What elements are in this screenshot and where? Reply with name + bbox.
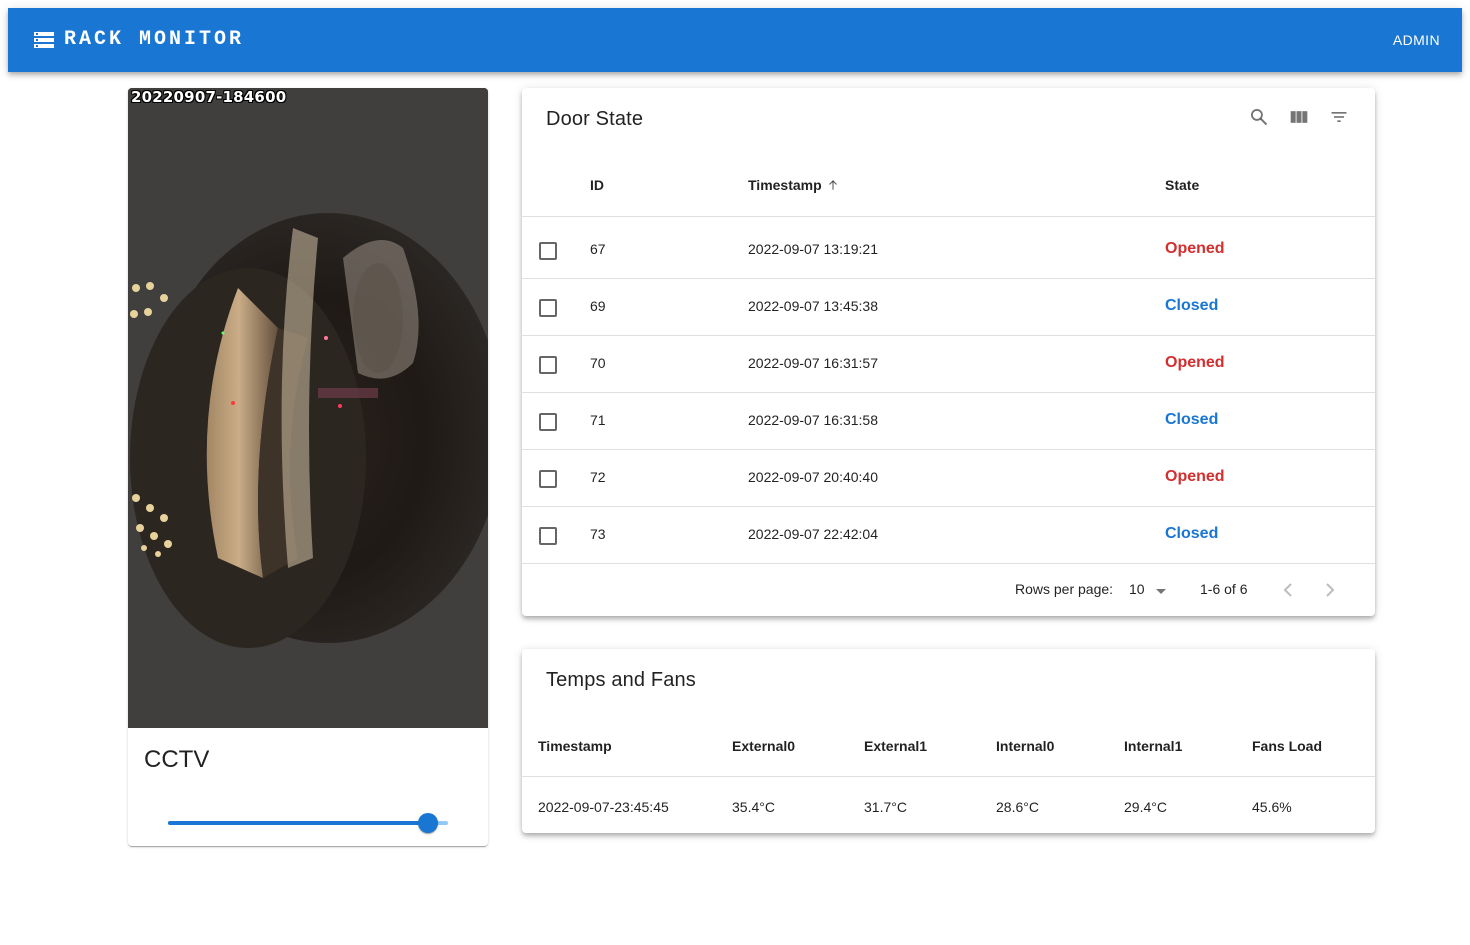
table-row[interactable]: 67 2022-09-07 13:19:21 Opened (522, 222, 1375, 279)
app-title: RACK MONITOR (64, 28, 245, 51)
column-header-timestamp[interactable]: Timestamp (748, 177, 840, 195)
cctv-card: 20220907-184600 CCTV (128, 88, 488, 846)
table-row[interactable]: 71 2022-09-07 16:31:58 Closed (522, 393, 1375, 450)
cell-internal0: 28.6°C (996, 799, 1039, 815)
column-header-fans-load: Fans Load (1252, 738, 1323, 754)
previous-page-button[interactable] (1277, 578, 1301, 605)
column-header-state[interactable]: State (1165, 177, 1199, 193)
table-header-row: ID Timestamp State (522, 152, 1375, 217)
cctv-time-slider[interactable] (168, 810, 448, 836)
temps-fans-card: Temps and Fans Timestamp External0 Exter… (522, 649, 1375, 833)
storage-icon (34, 30, 54, 50)
cell-timestamp: 2022-09-07 13:19:21 (748, 241, 878, 257)
slider-thumb[interactable] (418, 813, 438, 833)
cell-timestamp: 2022-09-07 16:31:58 (748, 412, 878, 428)
door-state-title: Door State (546, 108, 644, 130)
rows-per-page-label: Rows per page: (1015, 581, 1114, 597)
filter-list-icon[interactable] (1327, 105, 1351, 129)
table-row[interactable]: 72 2022-09-07 20:40:40 Opened (522, 450, 1375, 507)
row-checkbox[interactable] (539, 413, 557, 431)
column-header-timestamp-label: Timestamp (748, 177, 822, 193)
column-header-id[interactable]: ID (590, 177, 604, 193)
door-state-card: Door State ID Timestamp State 67 2022-09… (522, 88, 1375, 616)
cell-state: Closed (1165, 297, 1219, 314)
app-bar: RACK MONITOR ADMIN (8, 8, 1462, 72)
view-column-icon[interactable] (1287, 105, 1311, 129)
cell-id: 69 (590, 298, 606, 314)
cell-external1: 31.7°C (864, 799, 907, 815)
cell-state: Opened (1165, 240, 1225, 257)
cell-timestamp: 2022-09-07 22:42:04 (748, 526, 878, 542)
row-checkbox[interactable] (539, 356, 557, 374)
next-page-button[interactable] (1317, 578, 1341, 605)
column-header-timestamp: Timestamp (538, 738, 612, 754)
cell-timestamp: 2022-09-07 13:45:38 (748, 298, 878, 314)
cell-id: 67 (590, 241, 606, 257)
cctv-title: CCTV (144, 746, 210, 773)
cell-state: Opened (1165, 468, 1225, 485)
arrow-drop-down-icon (1149, 579, 1173, 606)
column-header-external0: External0 (732, 738, 796, 754)
cell-state: Closed (1165, 411, 1219, 428)
row-checkbox[interactable] (539, 527, 557, 545)
cell-external0: 35.4°C (732, 799, 775, 815)
cell-id: 72 (590, 469, 606, 485)
cell-timestamp: 2022-09-07-23:45:45 (538, 799, 669, 815)
table-row[interactable]: 70 2022-09-07 16:31:57 Opened (522, 336, 1375, 393)
temps-fans-title: Temps and Fans (546, 669, 696, 691)
pagination-range: 1-6 of 6 (1200, 581, 1248, 597)
admin-button[interactable]: ADMIN (1393, 28, 1440, 52)
slider-track (168, 821, 428, 825)
cell-state: Opened (1165, 354, 1225, 371)
cctv-camera-image: 20220907-184600 (128, 88, 488, 728)
table-row[interactable]: 73 2022-09-07 22:42:04 Closed (522, 507, 1375, 564)
arrow-up-icon (826, 178, 840, 195)
table-toolbar (1247, 105, 1351, 129)
cell-id: 70 (590, 355, 606, 371)
cell-fans-load: 45.6% (1252, 799, 1292, 815)
cell-id: 71 (590, 412, 606, 428)
temps-header-row: Timestamp External0 External1 Internal0 … (522, 715, 1375, 777)
chevron-right-icon (1326, 583, 1335, 597)
column-header-internal0: Internal0 (996, 738, 1055, 754)
row-checkbox[interactable] (539, 242, 557, 260)
cctv-timestamp-overlay: 20220907-184600 (131, 88, 287, 106)
row-checkbox[interactable] (539, 299, 557, 317)
cell-timestamp: 2022-09-07 16:31:57 (748, 355, 878, 371)
cell-id: 73 (590, 526, 606, 542)
cell-timestamp: 2022-09-07 20:40:40 (748, 469, 878, 485)
rows-per-page-value: 10 (1129, 581, 1145, 597)
search-icon[interactable] (1247, 105, 1271, 129)
cell-state: Closed (1165, 525, 1219, 542)
column-header-internal1: Internal1 (1124, 738, 1183, 754)
table-row[interactable]: 69 2022-09-07 13:45:38 Closed (522, 279, 1375, 336)
cell-internal1: 29.4°C (1124, 799, 1167, 815)
chevron-left-icon (1283, 583, 1292, 597)
rows-per-page-select[interactable]: 10 (1129, 579, 1169, 601)
temps-row: 2022-09-07-23:45:45 35.4°C 31.7°C 28.6°C… (522, 777, 1375, 833)
column-header-external1: External1 (864, 738, 928, 754)
row-checkbox[interactable] (539, 470, 557, 488)
table-pagination: Rows per page: 10 1-6 of 6 (522, 564, 1375, 616)
